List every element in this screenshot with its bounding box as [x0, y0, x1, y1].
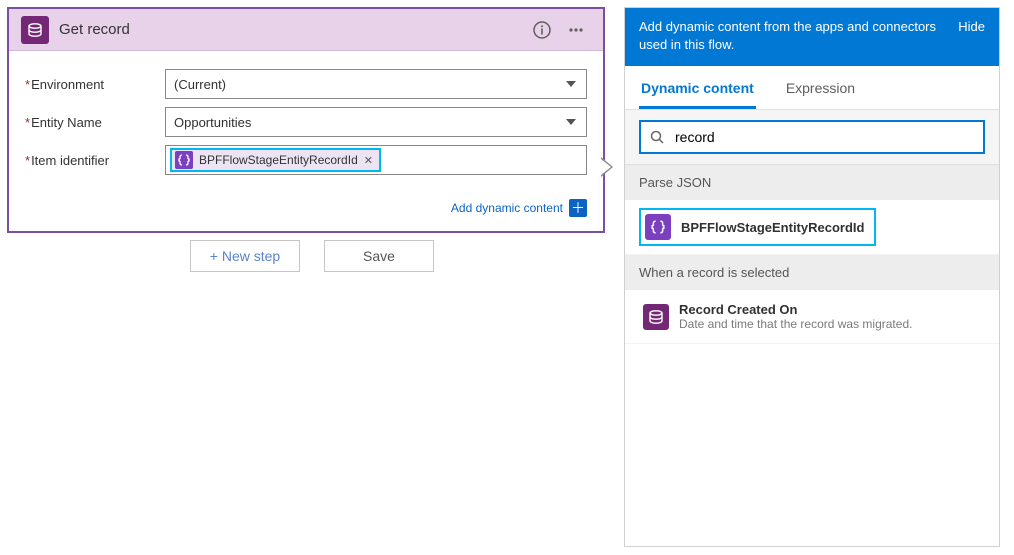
- field-item-identifier: *Item identifier BPFFlowStageEntityRecor…: [25, 145, 587, 175]
- search-icon: [649, 129, 665, 145]
- save-button[interactable]: Save: [324, 240, 434, 272]
- json-icon: [645, 214, 671, 240]
- json-icon: [175, 151, 193, 169]
- search-area: [625, 110, 999, 165]
- new-step-button[interactable]: + New step: [190, 240, 300, 272]
- action-card: Get record *Environment (Current) *Entit…: [7, 7, 605, 233]
- hide-panel-link[interactable]: Hide: [958, 18, 985, 54]
- results-list: Parse JSON BPFFlowStageEntityRecordId When…: [625, 165, 999, 344]
- add-dynamic-content-icon[interactable]: ＋: [569, 199, 587, 217]
- field-label: *Environment: [25, 77, 165, 92]
- search-box[interactable]: [639, 120, 985, 154]
- field-environment: *Environment (Current): [25, 69, 587, 99]
- field-entity: *Entity Name Opportunities: [25, 107, 587, 137]
- tab-expression[interactable]: Expression: [784, 72, 857, 109]
- action-card-header[interactable]: Get record: [9, 9, 603, 51]
- result-group-header: When a record is selected: [625, 255, 999, 290]
- action-card-body: *Environment (Current) *Entity Name Oppo…: [9, 51, 603, 193]
- result-group-header: Parse JSON: [625, 165, 999, 200]
- cds-icon: [643, 304, 669, 330]
- cds-icon: [21, 16, 49, 44]
- more-icon[interactable]: [563, 17, 589, 43]
- result-item[interactable]: BPFFlowStageEntityRecordId: [625, 200, 999, 255]
- dynamic-token[interactable]: BPFFlowStageEntityRecordId ✕: [170, 148, 381, 172]
- environment-select[interactable]: (Current): [165, 69, 587, 99]
- search-input[interactable]: [673, 128, 975, 146]
- dynamic-content-panel: Add dynamic content from the apps and co…: [624, 7, 1000, 547]
- token-remove-icon[interactable]: ✕: [364, 154, 373, 167]
- panel-connector-notch: [601, 157, 613, 177]
- result-item[interactable]: Record Created OnDate and time that the …: [625, 290, 999, 344]
- action-title[interactable]: Get record: [59, 21, 529, 38]
- entity-select[interactable]: Opportunities: [165, 107, 587, 137]
- result-subtitle: Date and time that the record was migrat…: [679, 317, 912, 331]
- panel-tabs: Dynamic content Expression: [625, 66, 999, 110]
- result-title: BPFFlowStageEntityRecordId: [681, 220, 864, 235]
- panel-header: Add dynamic content from the apps and co…: [625, 8, 999, 66]
- panel-header-text: Add dynamic content from the apps and co…: [639, 18, 948, 54]
- item-identifier-input[interactable]: BPFFlowStageEntityRecordId ✕: [165, 145, 587, 175]
- result-title: Record Created On: [679, 302, 912, 317]
- field-label: *Entity Name: [25, 115, 165, 130]
- token-label: BPFFlowStageEntityRecordId: [199, 153, 358, 167]
- info-icon[interactable]: [529, 17, 555, 43]
- add-dynamic-content-link[interactable]: Add dynamic content: [451, 201, 563, 215]
- tab-dynamic-content[interactable]: Dynamic content: [639, 72, 756, 109]
- add-dynamic-row: Add dynamic content ＋: [9, 193, 603, 231]
- field-label: *Item identifier: [25, 153, 165, 168]
- step-buttons: + New step Save: [190, 240, 434, 272]
